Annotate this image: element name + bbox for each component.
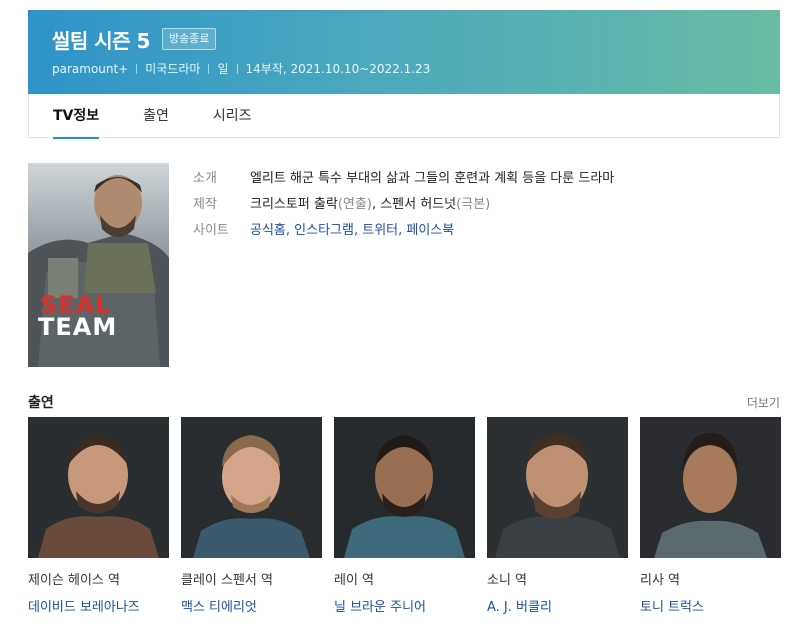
poster-title-line2: TEAM bbox=[38, 313, 118, 341]
cast-role: 제이슨 헤이스 역 bbox=[28, 573, 120, 588]
cast-role: 소니 역 bbox=[487, 573, 528, 588]
info-site-label: 사이트 bbox=[193, 222, 229, 238]
cast-role: 리사 역 bbox=[640, 573, 681, 588]
tab-cast[interactable]: 출연 bbox=[143, 94, 169, 138]
tab-tv-info[interactable]: TV정보 bbox=[53, 94, 100, 139]
meta-day: 일 bbox=[217, 62, 229, 76]
cast-actor-link[interactable]: 토니 트럭스 bbox=[640, 596, 781, 615]
info-production-value: 크리스토퍼 출락(연출), 스펜서 허드넛(극본) bbox=[250, 193, 490, 212]
site-link-instagram[interactable]: 인스타그램 bbox=[294, 223, 354, 238]
writer-role: (극본) bbox=[456, 196, 491, 212]
site-link-twitter[interactable]: 트위터 bbox=[362, 223, 398, 238]
cast-item[interactable]: 소니 역 A. J. 버클리 bbox=[487, 417, 628, 615]
program-title[interactable]: 씰팀 시즌 5 bbox=[52, 25, 150, 54]
cast-role: 레이 역 bbox=[334, 573, 375, 588]
cast-list: 제이슨 헤이스 역 데이비드 보레아나즈 클레이 스펜서 역 맥스 티에리엇 레… bbox=[28, 417, 781, 615]
writer-name[interactable]: 스펜서 허드넛 bbox=[380, 197, 456, 212]
cast-item[interactable]: 레이 역 닐 브라운 주니어 bbox=[334, 417, 475, 615]
cast-photo[interactable] bbox=[640, 417, 781, 558]
info-production-row: 제작 크리스토퍼 출락(연출), 스펜서 허드넛(극본) bbox=[193, 189, 614, 215]
program-header: 씰팀 시즌 5 방송종료 paramount+ 미국드라마 일 14부작, 20… bbox=[28, 10, 780, 94]
cast-section-title: 출연 bbox=[28, 395, 54, 411]
director-name[interactable]: 크리스토퍼 출락 bbox=[250, 197, 338, 212]
more-link[interactable]: 더보기 bbox=[747, 394, 780, 411]
cast-item[interactable]: 클레이 스펜서 역 맥스 티에리엇 bbox=[181, 417, 322, 615]
cast-photo-art bbox=[334, 417, 475, 558]
info-intro-label: 소개 bbox=[193, 170, 217, 186]
cast-role: 클레이 스펜서 역 bbox=[181, 573, 273, 588]
cast-photo-art bbox=[487, 417, 628, 558]
info-intro-row: 소개 엘리트 해군 특수 부대의 삶과 그들의 훈련과 계획 등을 다룬 드라마 bbox=[193, 163, 614, 189]
production-separator: , bbox=[371, 196, 381, 212]
site-link-facebook[interactable]: 페이스북 bbox=[406, 223, 454, 238]
program-meta: paramount+ 미국드라마 일 14부작, 2021.10.10~2022… bbox=[52, 60, 756, 77]
director-role: (연출) bbox=[337, 196, 372, 212]
program-info: 소개 엘리트 해군 특수 부대의 삶과 그들의 훈련과 계획 등을 다룬 드라마… bbox=[193, 163, 614, 241]
cast-photo[interactable] bbox=[334, 417, 475, 558]
cast-item[interactable]: 제이슨 헤이스 역 데이비드 보레아나즈 bbox=[28, 417, 169, 615]
meta-divider bbox=[136, 63, 138, 74]
cast-actor-link[interactable]: 맥스 티에리엇 bbox=[181, 596, 322, 615]
cast-photo[interactable] bbox=[28, 417, 169, 558]
site-link-official[interactable]: 공식홈 bbox=[250, 223, 286, 238]
cast-actor-link[interactable]: 데이비드 보레아나즈 bbox=[28, 596, 169, 615]
cast-actor-link[interactable]: A. J. 버클리 bbox=[487, 596, 628, 615]
meta-episodes-dates: 14부작, 2021.10.10~2022.1.23 bbox=[245, 62, 431, 76]
meta-genre: 미국드라마 bbox=[145, 62, 201, 76]
cast-photo[interactable] bbox=[181, 417, 322, 558]
meta-divider bbox=[208, 63, 210, 74]
info-site-row: 사이트 공식홈, 인스타그램, 트위터, 페이스북 bbox=[193, 215, 614, 241]
tab-series[interactable]: 시리즈 bbox=[213, 94, 252, 138]
cast-photo-art bbox=[28, 417, 169, 558]
cast-actor-link[interactable]: 닐 브라운 주니어 bbox=[334, 596, 475, 615]
cast-photo-art bbox=[640, 417, 781, 558]
info-intro-value: 엘리트 해군 특수 부대의 삶과 그들의 훈련과 계획 등을 다룬 드라마 bbox=[250, 170, 615, 186]
cast-section-header: 출연 더보기 bbox=[28, 392, 780, 412]
meta-channel: paramount+ bbox=[52, 61, 129, 76]
info-production-label: 제작 bbox=[193, 196, 217, 212]
info-site-links: 공식홈, 인스타그램, 트위터, 페이스북 bbox=[250, 222, 455, 238]
meta-divider bbox=[236, 63, 238, 74]
cast-photo-art bbox=[181, 417, 322, 558]
status-badge: 방송종료 bbox=[161, 28, 217, 50]
cast-photo[interactable] bbox=[487, 417, 628, 558]
poster-image[interactable]: SEAL TEAM bbox=[28, 163, 169, 367]
cast-item[interactable]: 리사 역 토니 트럭스 bbox=[640, 417, 781, 615]
tab-bar: TV정보 출연 시리즈 bbox=[28, 94, 780, 139]
